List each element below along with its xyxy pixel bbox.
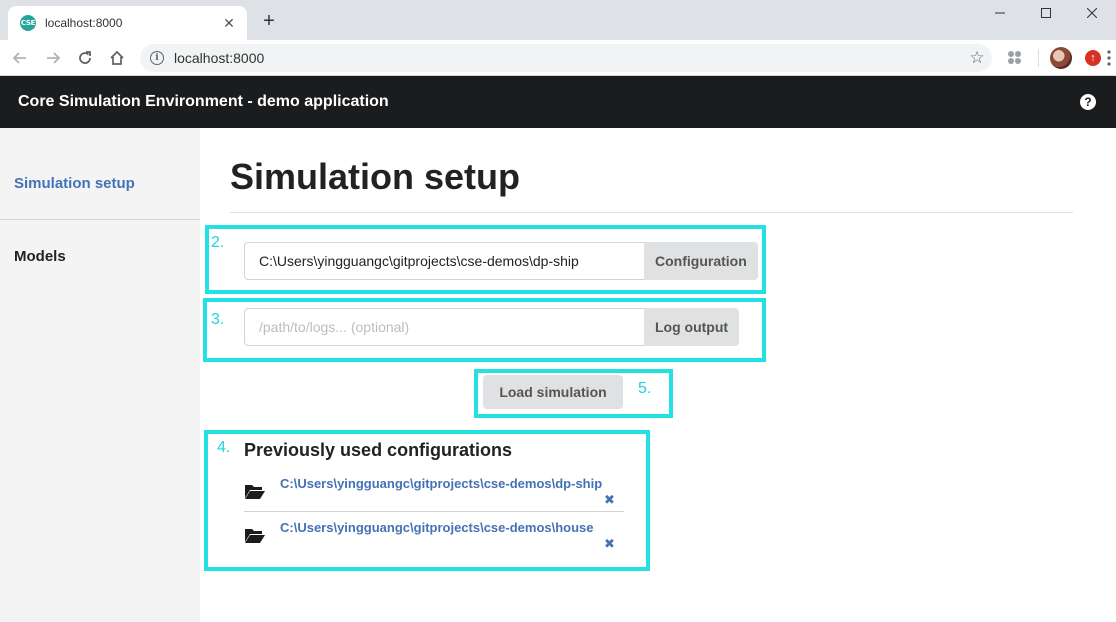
forward-button[interactable] bbox=[41, 47, 65, 69]
info-icon[interactable]: i bbox=[150, 51, 164, 65]
list-item: C:\Users\yingguangc\gitprojects\cse-demo… bbox=[244, 516, 624, 560]
page-title: Simulation setup bbox=[230, 156, 521, 197]
main-content: Simulation setup 2. Configuration 3. Log… bbox=[200, 128, 1116, 622]
home-icon bbox=[110, 50, 124, 65]
folder-open-icon bbox=[245, 529, 265, 543]
log-output-button[interactable]: Log output bbox=[644, 308, 740, 346]
title-divider bbox=[230, 212, 1073, 213]
extension-icon[interactable] bbox=[1006, 49, 1024, 67]
annotation-label-5: 5. bbox=[638, 380, 652, 397]
annotation-label-2: 2. bbox=[211, 234, 225, 251]
minimize-icon bbox=[995, 12, 1005, 14]
configuration-button[interactable]: Configuration bbox=[644, 242, 758, 280]
url-text[interactable]: localhost:8000 bbox=[174, 50, 962, 66]
log-path-input[interactable] bbox=[244, 308, 644, 346]
annotation-label-3: 3. bbox=[211, 311, 225, 328]
app-title[interactable]: Core Simulation Environment - demo appli… bbox=[18, 93, 1080, 111]
new-tab-button[interactable]: + bbox=[258, 10, 280, 32]
maximize-button[interactable] bbox=[1023, 0, 1069, 26]
back-icon bbox=[12, 52, 26, 64]
log-input-group: Log output bbox=[244, 308, 740, 346]
close-window-button[interactable] bbox=[1069, 0, 1115, 26]
home-button[interactable] bbox=[105, 47, 129, 69]
tab-title: localhost:8000 bbox=[45, 16, 123, 30]
browser-toolbar: i localhost:8000 ☆ ↑ bbox=[0, 40, 1116, 76]
sidebar: Simulation setup Models bbox=[0, 128, 200, 622]
reload-button[interactable] bbox=[73, 47, 97, 69]
app-header: Core Simulation Environment - demo appli… bbox=[0, 76, 1116, 128]
address-bar[interactable]: i localhost:8000 ☆ bbox=[140, 44, 992, 72]
remove-icon[interactable]: ✖ bbox=[604, 492, 615, 508]
browser-tab[interactable]: CSE localhost:8000 ✕ bbox=[8, 6, 247, 40]
config-path-input[interactable] bbox=[244, 242, 644, 280]
forward-icon bbox=[47, 52, 61, 64]
browser-tab-strip: CSE localhost:8000 ✕ + bbox=[0, 0, 1116, 40]
maximize-icon bbox=[1041, 8, 1051, 18]
previous-config-link[interactable]: C:\Users\yingguangc\gitprojects\cse-demo… bbox=[280, 520, 594, 535]
close-tab-icon[interactable]: ✕ bbox=[221, 15, 237, 31]
update-icon[interactable]: ↑ bbox=[1085, 50, 1101, 66]
close-window-icon bbox=[1087, 8, 1097, 18]
toolbar-divider bbox=[1038, 49, 1039, 67]
folder-open-icon bbox=[245, 485, 265, 499]
reload-icon bbox=[79, 51, 91, 64]
profile-avatar[interactable] bbox=[1050, 47, 1072, 69]
list-divider bbox=[244, 511, 624, 512]
remove-icon[interactable]: ✖ bbox=[604, 536, 615, 552]
config-input-group: Configuration bbox=[244, 242, 758, 280]
cse-favicon-icon: CSE bbox=[20, 15, 36, 31]
help-icon[interactable]: ? bbox=[1080, 94, 1096, 110]
bookmark-star-icon[interactable]: ☆ bbox=[962, 48, 992, 68]
previous-config-link[interactable]: C:\Users\yingguangc\gitprojects\cse-demo… bbox=[280, 476, 602, 491]
previous-configs-heading: Previously used configurations bbox=[244, 440, 513, 460]
load-simulation-button[interactable]: Load simulation bbox=[483, 375, 623, 409]
sidebar-item-models[interactable]: Models bbox=[0, 220, 200, 265]
sidebar-item-simulation-setup[interactable]: Simulation setup bbox=[0, 128, 200, 220]
menu-icon[interactable] bbox=[1106, 49, 1112, 67]
annotation-label-4: 4. bbox=[217, 439, 231, 456]
list-item: C:\Users\yingguangc\gitprojects\cse-demo… bbox=[244, 472, 624, 516]
back-button[interactable] bbox=[8, 47, 32, 69]
minimize-button[interactable] bbox=[977, 0, 1023, 26]
